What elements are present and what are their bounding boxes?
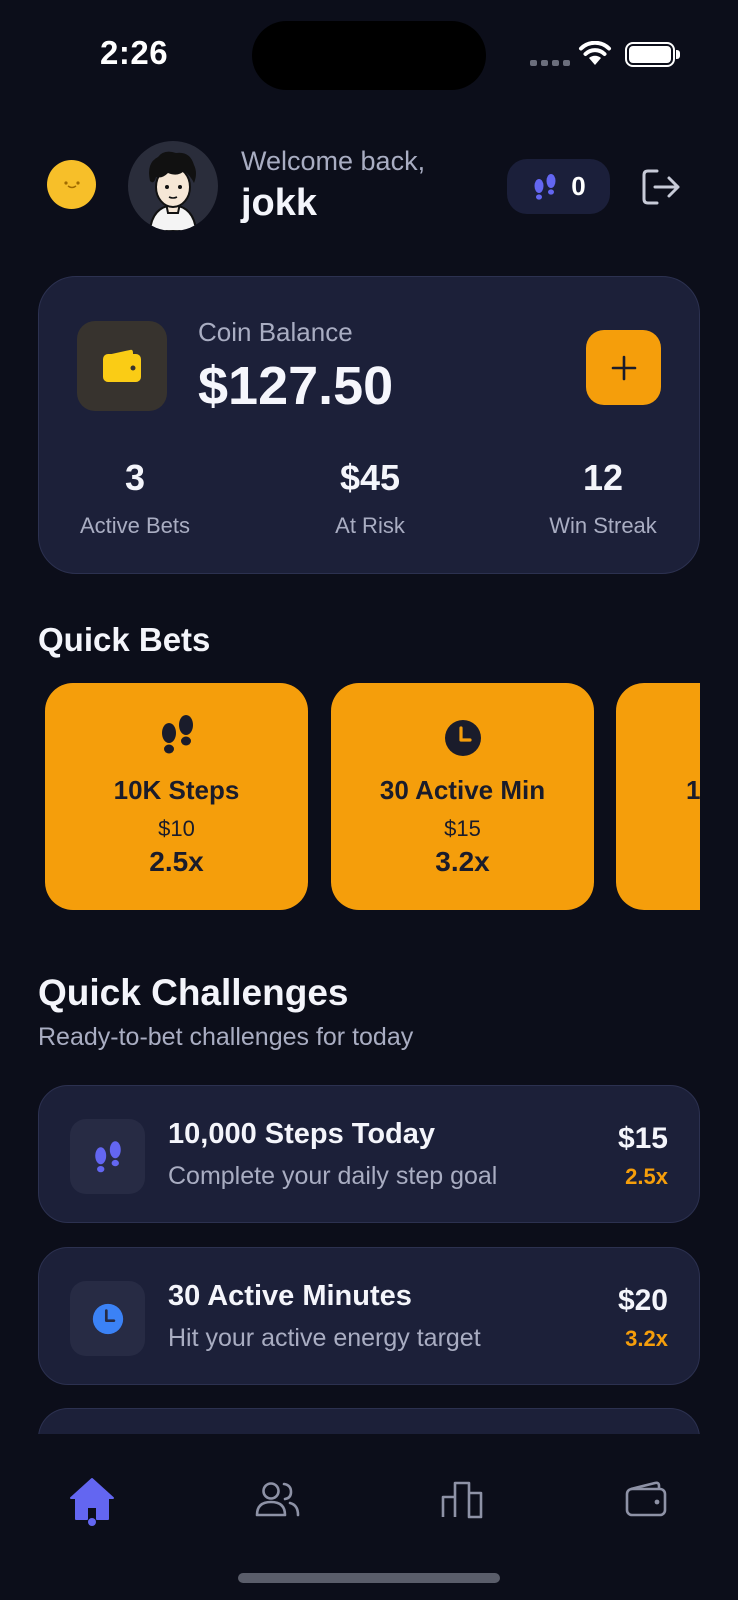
bet-title: 1 — [686, 775, 700, 805]
wallet-icon — [103, 349, 141, 382]
username: jokk — [241, 182, 318, 224]
home-icon — [70, 1478, 114, 1520]
active-tab-indicator — [88, 1518, 96, 1526]
mood-emoji-icon[interactable] — [47, 160, 96, 209]
quick-challenges-title: Quick Challenges — [38, 972, 349, 1013]
status-bar: 2:26 — [0, 0, 738, 110]
bet-multiplier: 2.5x — [149, 846, 204, 877]
footprints-icon — [94, 1140, 121, 1172]
challenge-description: Hit your active energy target — [168, 1324, 481, 1352]
wallet-tile — [77, 321, 167, 411]
bet-price: $15 — [444, 816, 481, 841]
tab-friends[interactable] — [242, 1464, 312, 1534]
balance-label: Coin Balance — [198, 317, 353, 347]
challenge-icon-tile — [70, 1119, 145, 1194]
footprints-icon — [534, 173, 556, 200]
welcome-text: Welcome back, — [241, 146, 426, 176]
stat-label: Active Bets — [79, 513, 191, 538]
stat-active-bets: 3 Active Bets — [35, 457, 235, 539]
balance-amount: $127.50 — [198, 356, 394, 416]
leaderboard-icon — [441, 1481, 483, 1519]
people-icon — [255, 1482, 300, 1517]
avatar[interactable] — [128, 141, 218, 231]
footprints-icon — [157, 713, 197, 762]
stat-value: 12 — [582, 457, 624, 498]
wifi-icon — [578, 40, 612, 72]
challenge-card[interactable]: 10,000 Steps Today Complete your daily s… — [38, 1085, 700, 1223]
cellular-signal-icon — [530, 60, 570, 66]
challenge-price: $15 — [617, 1122, 668, 1155]
tab-wallet[interactable] — [611, 1464, 681, 1534]
bet-price: $10 — [158, 816, 195, 841]
challenge-card[interactable]: 30 Active Minutes Hit your active energy… — [38, 1247, 700, 1385]
home-indicator[interactable] — [238, 1573, 500, 1583]
add-coins-button[interactable] — [586, 330, 661, 405]
battery-tip — [676, 50, 680, 59]
quick-bet-card[interactable]: 1 — [616, 683, 700, 910]
challenge-title: 30 Active Minutes — [168, 1280, 412, 1312]
clock-icon — [92, 1303, 123, 1334]
bet-multiplier: 3.2x — [435, 846, 490, 877]
logout-icon[interactable] — [640, 167, 684, 212]
challenge-multiplier: 2.5x — [625, 1164, 668, 1189]
quick-bets-carousel[interactable]: 10K Steps $10 2.5x 30 Active Min $15 3.2… — [38, 683, 700, 911]
stat-label: At Risk — [335, 513, 405, 538]
quick-bet-card[interactable]: 10K Steps $10 2.5x — [45, 683, 308, 910]
dynamic-island — [252, 21, 486, 90]
steps-count: 0 — [571, 171, 586, 201]
challenge-multiplier: 3.2x — [625, 1326, 668, 1351]
balance-card: Coin Balance $127.50 3 Active Bets $45 A… — [38, 276, 700, 574]
challenge-description: Complete your daily step goal — [168, 1162, 498, 1190]
clock-icon — [444, 719, 482, 762]
stat-value: $45 — [339, 457, 401, 498]
stat-win-streak: 12 Win Streak — [503, 457, 703, 539]
status-time: 2:26 — [100, 34, 169, 71]
steps-pill[interactable]: 0 — [507, 159, 610, 214]
quick-bet-card[interactable]: 30 Active Min $15 3.2x — [331, 683, 594, 910]
stat-value: 3 — [124, 457, 146, 498]
wallet-icon — [625, 1481, 667, 1517]
bet-title: 10K Steps — [113, 775, 240, 805]
quick-challenges-subtitle: Ready-to-bet challenges for today — [38, 1023, 414, 1051]
challenge-title: 10,000 Steps Today — [168, 1118, 436, 1150]
stat-label: Win Streak — [549, 513, 657, 538]
quick-bets-title: Quick Bets — [38, 621, 211, 658]
challenge-icon-tile — [70, 1281, 145, 1356]
bet-title: 30 Active Min — [379, 775, 546, 805]
battery-icon — [625, 42, 675, 67]
challenge-price: $20 — [617, 1284, 668, 1317]
stat-at-risk: $45 At Risk — [270, 457, 470, 539]
plus-icon — [611, 355, 636, 380]
tab-leaderboard[interactable] — [427, 1464, 497, 1534]
